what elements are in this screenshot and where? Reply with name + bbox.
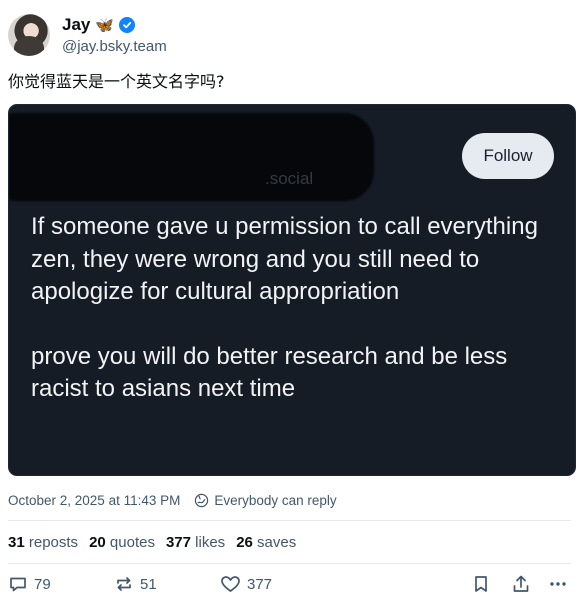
- quotes-count: 20: [89, 534, 106, 551]
- blurred-profile-redaction: [9, 113, 374, 201]
- reply-count: 79: [34, 575, 51, 593]
- reposts-label: reposts: [28, 534, 79, 551]
- quoted-post-text: If someone gave u permission to call eve…: [31, 211, 566, 406]
- saves-stat[interactable]: 26 saves: [236, 534, 296, 551]
- divider: [8, 563, 571, 564]
- avatar[interactable]: [8, 14, 50, 56]
- bookmark-button[interactable]: [472, 574, 490, 594]
- reply-button[interactable]: 79: [8, 574, 51, 594]
- post-timestamp[interactable]: October 2, 2025 at 11:43 PM: [8, 493, 180, 508]
- blurred-handle-text: .social: [265, 169, 314, 188]
- divider: [8, 520, 571, 521]
- post-text: 你觉得蓝天是一个英文名字吗?: [8, 72, 225, 91]
- like-icon: [221, 576, 240, 592]
- like-button[interactable]: 377: [220, 574, 272, 594]
- post-meta: October 2, 2025 at 11:43 PM Everybody ca…: [8, 493, 337, 508]
- saves-label: saves: [257, 534, 297, 551]
- more-icon: [550, 582, 566, 586]
- butterfly-emoji: 🦋: [95, 16, 115, 34]
- likes-count: 377: [165, 534, 191, 551]
- quoted-paragraph-2: prove you will do better research and be…: [31, 342, 508, 403]
- bookmark-icon: [475, 576, 487, 592]
- quotes-stat[interactable]: 20 quotes: [89, 534, 155, 551]
- likes-stat[interactable]: 377 likes: [166, 534, 225, 551]
- verified-badge-icon[interactable]: [119, 17, 136, 33]
- like-count: 377: [247, 575, 273, 593]
- embedded-image-card[interactable]: .social Follow If someone gave u permiss…: [8, 104, 576, 476]
- follow-button[interactable]: Follow: [462, 133, 554, 179]
- more-options-button[interactable]: [548, 574, 568, 594]
- likes-label: likes: [195, 534, 226, 551]
- reposts-stat[interactable]: 31 reposts: [8, 534, 78, 551]
- author-display-name[interactable]: Jay: [62, 15, 90, 35]
- post-stats: 31 reposts 20 quotes 377 likes 26 saves: [8, 534, 296, 551]
- share-button[interactable]: [511, 574, 531, 594]
- author-handle[interactable]: @jay.bsky.team: [62, 38, 167, 55]
- quotes-label: quotes: [109, 534, 155, 551]
- globe-icon: [194, 493, 209, 508]
- reply-setting[interactable]: Everybody can reply: [214, 493, 336, 508]
- post-header: Jay 🦋 @jay.bsky.team: [8, 12, 571, 58]
- quoted-paragraph-1: If someone gave u permission to call eve…: [31, 213, 538, 305]
- author-name-row[interactable]: Jay 🦋: [62, 15, 136, 35]
- repost-button[interactable]: 51: [114, 574, 157, 594]
- reply-icon: [10, 577, 26, 592]
- repost-icon: [117, 577, 131, 591]
- reposts-count: 31: [8, 534, 25, 551]
- post-actions: 79 51 377: [8, 574, 571, 599]
- repost-count: 51: [140, 575, 157, 593]
- saves-count: 26: [236, 534, 253, 551]
- share-icon: [513, 575, 529, 592]
